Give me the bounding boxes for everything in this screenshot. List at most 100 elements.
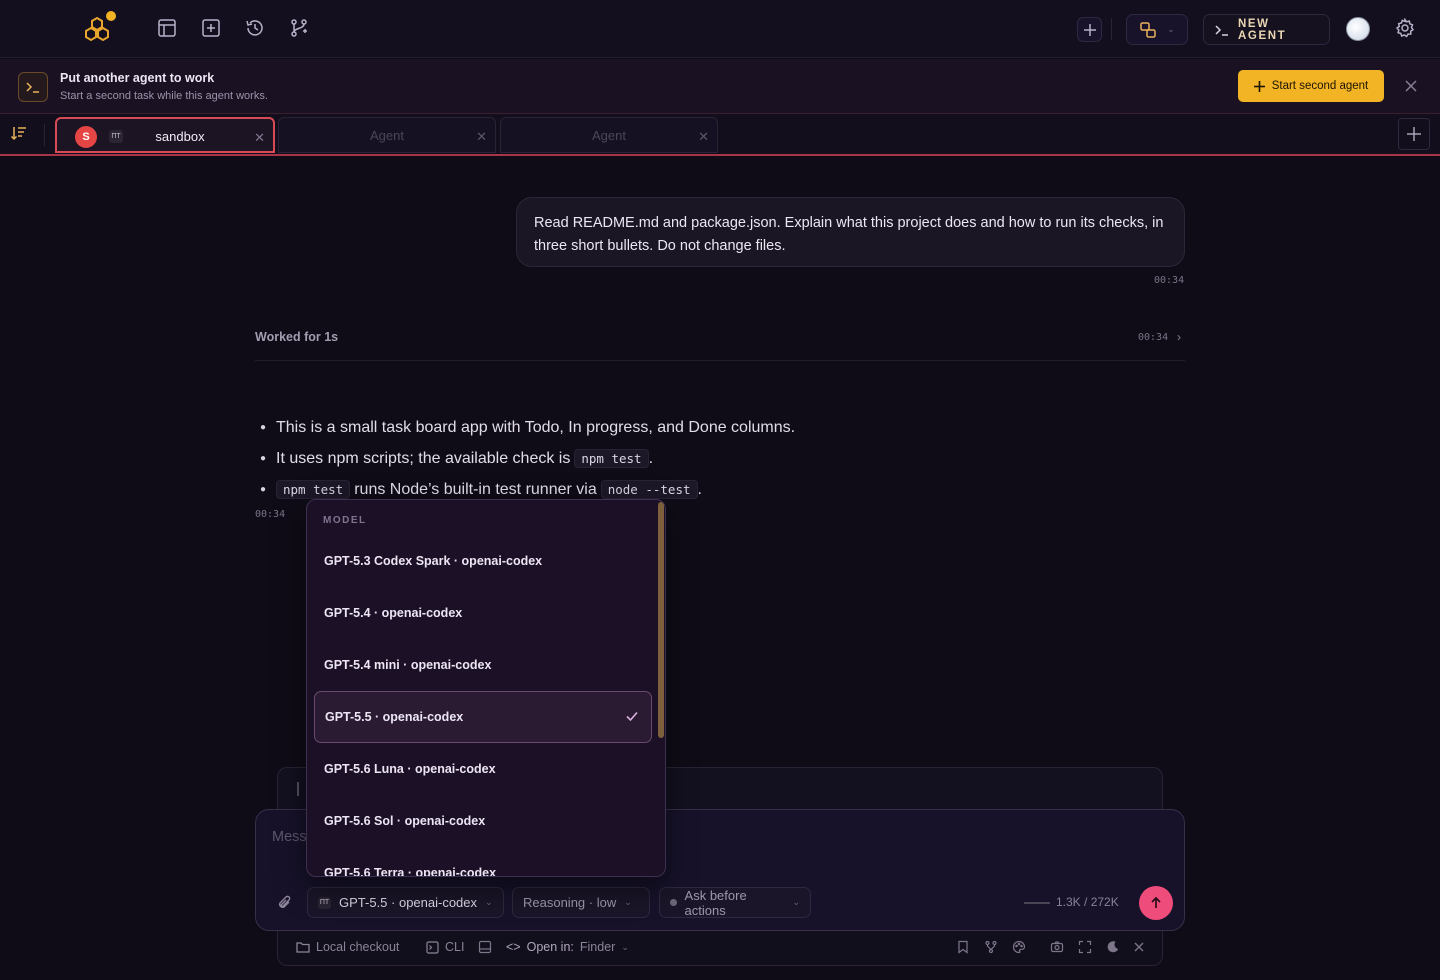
chevron-down-icon: ⌄: [624, 897, 632, 907]
close-icon[interactable]: ✕: [254, 130, 265, 146]
model-selector[interactable]: ΠΤ GPT-5.5 · openai-codex ⌄: [307, 887, 504, 918]
open-in-button[interactable]: <> Open in: Finder ⌄: [506, 940, 629, 954]
add-tab-button[interactable]: [1398, 118, 1430, 150]
text-cursor: [297, 782, 299, 796]
model-label: GPT-5.5 · openai-codex: [339, 895, 478, 910]
user-message-time: 00:34: [1154, 275, 1185, 286]
promo-banner: Put another agent to work Start a second…: [0, 59, 1440, 114]
approval-mode-label: Ask before actions: [684, 887, 747, 918]
send-button[interactable]: [1139, 886, 1173, 920]
code-icon: <>: [506, 940, 521, 954]
fork-icon[interactable]: [984, 940, 1000, 956]
terminal-icon: [18, 72, 48, 102]
tab-bar: S ΠΤ sandbox ✕ Agent ✕ Agent ✕: [0, 114, 1440, 156]
list-item: ● This is a small task board app with Tod…: [260, 418, 796, 436]
close-icon[interactable]: ✕: [476, 129, 487, 145]
cli-label: CLI: [445, 940, 465, 954]
model-option[interactable]: GPT-5.3 Codex Spark · openai-codex: [314, 535, 652, 587]
dropdown-scrollbar[interactable]: [658, 502, 664, 738]
chevron-down-icon: ⌄: [621, 941, 629, 952]
assistant-reply: ● This is a small task board app with Tod…: [260, 412, 1180, 505]
model-option[interactable]: GPT-5.6 Terra · openai-codex: [314, 847, 652, 877]
window-icon[interactable]: [478, 940, 494, 956]
toolbar-divider: [1111, 18, 1112, 40]
chevron-down-icon: ⌄: [1167, 24, 1175, 34]
provider-badge-icon: ΠΤ: [318, 896, 331, 909]
fullscreen-icon[interactable]: [1078, 940, 1094, 956]
reasoning-label: Reasoning · low: [523, 895, 617, 910]
app-logo-icon: [80, 10, 118, 46]
model-option[interactable]: GPT-5.6 Sol · openai-codex: [314, 795, 652, 847]
layout-icon[interactable]: [155, 16, 179, 40]
gear-icon[interactable]: [1393, 16, 1417, 40]
reasoning-selector[interactable]: Reasoning · low ⌄: [512, 887, 650, 918]
local-checkout-button[interactable]: Local checkout: [296, 940, 399, 954]
model-option-label: GPT-5.5 · openai-codex: [325, 710, 464, 724]
status-dot: [670, 899, 677, 906]
worked-label[interactable]: Worked for 1s: [255, 330, 338, 344]
model-option-label: GPT-5.6 Luna · openai-codex: [324, 762, 496, 776]
tab-divider: [44, 124, 45, 146]
user-message: Read README.md and package.json. Explain…: [516, 197, 1185, 267]
close-icon[interactable]: [1402, 77, 1420, 95]
model-option-label: GPT-5.4 · openai-codex: [324, 606, 463, 620]
bookmark-icon[interactable]: [956, 940, 972, 956]
finder-label: Finder: [579, 940, 616, 954]
chevron-down-icon: ⌄: [485, 897, 493, 907]
banner-title: Put another agent to work: [60, 71, 215, 85]
tab-agent[interactable]: Agent ✕: [278, 117, 496, 153]
reply-time: 00:34: [255, 509, 286, 520]
workspace-switcher-button[interactable]: ⌄: [1126, 14, 1188, 45]
model-option-label: GPT-5.6 Sol · openai-codex: [324, 814, 486, 828]
branch-icon[interactable]: [287, 16, 311, 40]
divider: [255, 360, 1185, 361]
chevron-right-icon[interactable]: ›: [1177, 330, 1181, 344]
model-option-selected[interactable]: GPT-5.5 · openai-codex: [314, 691, 652, 743]
cli-button[interactable]: CLI: [426, 940, 464, 954]
close-icon[interactable]: [1132, 940, 1148, 956]
model-option-label: GPT-5.6 Terra · openai-codex: [324, 866, 497, 877]
history-icon[interactable]: [243, 16, 267, 40]
new-agent-button[interactable]: NEW AGENT: [1203, 14, 1330, 45]
sort-icon[interactable]: [10, 124, 32, 146]
new-agent-label: NEW AGENT: [1238, 17, 1287, 42]
model-option[interactable]: GPT-5.6 Luna · openai-codex: [314, 743, 652, 795]
bullet-text: .: [697, 480, 702, 498]
add-icon[interactable]: [1077, 17, 1102, 42]
context-usage-bar: [1024, 902, 1050, 904]
context-usage: 1.3K / 272K: [1056, 895, 1119, 909]
start-second-agent-button[interactable]: Start second agent: [1238, 70, 1384, 102]
model-option[interactable]: GPT-5.4 · openai-codex: [314, 587, 652, 639]
check-icon: [625, 709, 639, 723]
bullet-text: .: [648, 449, 654, 467]
tab-label: Agent: [370, 128, 404, 143]
start-second-agent-label: Start second agent: [1271, 80, 1369, 92]
model-option[interactable]: GPT-5.4 mini · openai-codex: [314, 639, 652, 691]
terminal-box-icon: [426, 940, 439, 954]
moon-icon[interactable]: [1106, 940, 1122, 956]
tab-sandbox[interactable]: S ΠΤ sandbox ✕: [55, 117, 275, 153]
plus-icon: [1253, 80, 1265, 92]
model-option-label: GPT-5.4 mini · openai-codex: [324, 658, 492, 672]
dropdown-header: MODEL: [323, 515, 367, 526]
bullet-text: This is a small task board app with Todo…: [276, 418, 796, 436]
new-panel-icon[interactable]: [199, 16, 223, 40]
tab-avatar: S: [75, 126, 97, 148]
tab-agent[interactable]: Agent ✕: [500, 117, 718, 153]
top-bar: ⌄ NEW AGENT: [0, 0, 1440, 58]
paperclip-icon[interactable]: [276, 894, 294, 912]
banner-subtitle: Start a second task while this agent wor…: [60, 90, 268, 102]
inline-code: npm test: [574, 449, 649, 468]
open-in-label: Open in:: [526, 940, 574, 954]
model-dropdown: MODEL GPT-5.3 Codex Spark · openai-codex…: [306, 499, 666, 877]
close-icon[interactable]: ✕: [698, 129, 709, 145]
worked-time: 00:34: [1138, 332, 1169, 343]
camera-icon[interactable]: [1050, 940, 1066, 956]
approval-mode-selector[interactable]: Ask before actions ⌄: [659, 887, 811, 918]
folder-icon: [296, 941, 310, 953]
palette-icon[interactable]: [1012, 940, 1028, 956]
tab-label: sandbox: [155, 129, 205, 144]
local-checkout-label: Local checkout: [316, 940, 400, 954]
composer-footer: Local checkout CLI <> Open in: Finder ⌄: [277, 931, 1163, 966]
user-avatar[interactable]: [1346, 17, 1370, 41]
